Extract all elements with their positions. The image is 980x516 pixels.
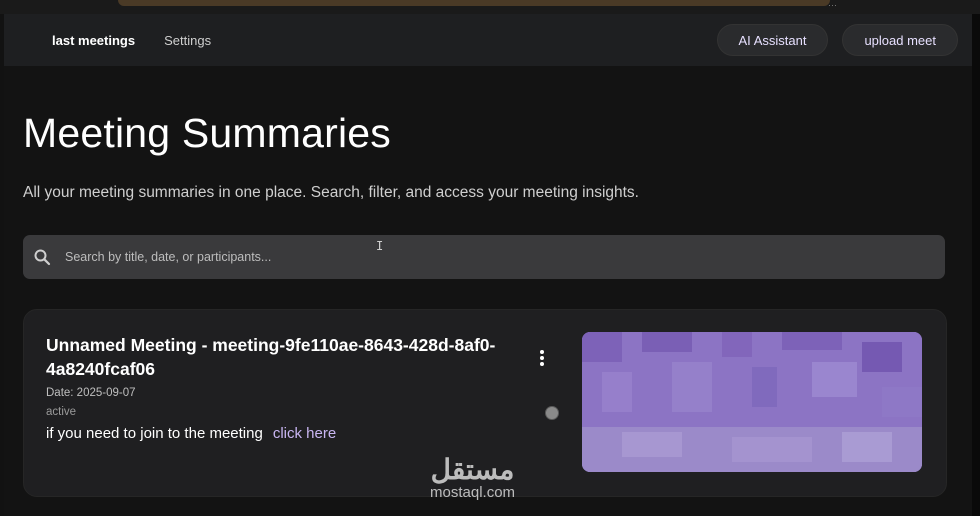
page-subtitle: All your meeting summaries in one place.… [23, 184, 639, 201]
more-vertical-icon[interactable] [532, 346, 552, 370]
text-cursor-icon: I [376, 239, 384, 253]
nav-link-last-meetings[interactable]: last meetings [52, 33, 135, 48]
meeting-join-row: if you need to join to the meeting click … [46, 425, 336, 442]
nav-actions: AI Assistant upload meet [716, 24, 958, 56]
top-navbar: last meetings Settings AI Assistant uplo… [4, 14, 972, 67]
watermark-arabic: مستقل [430, 454, 515, 485]
browser-top-strip: ⋯ [0, 0, 980, 14]
page-title: Meeting Summaries [23, 110, 391, 156]
more-dots-icon: ⋯ [828, 0, 837, 10]
meeting-thumbnail[interactable] [582, 332, 922, 472]
thumbnail-image [582, 332, 922, 472]
search-icon [33, 248, 51, 266]
meeting-status: active [46, 406, 77, 418]
upload-meet-button[interactable]: upload meet [842, 24, 958, 56]
window-edge [972, 14, 980, 516]
search-bar [23, 235, 945, 279]
browser-address-bar [118, 0, 830, 6]
watermark-logo: مستقل mostaql.com [430, 455, 515, 501]
nav-link-settings[interactable]: Settings [164, 33, 211, 48]
status-indicator-dot [545, 406, 559, 420]
meeting-join-text: if you need to join to the meeting [46, 425, 263, 442]
join-meeting-link[interactable]: click here [273, 425, 336, 442]
main-content: Meeting Summaries All your meeting summa… [4, 66, 972, 516]
meeting-date: Date: 2025-09-07 [46, 387, 136, 399]
meeting-title: Unnamed Meeting - meeting-9fe110ae-8643-… [46, 335, 496, 379]
watermark-latin: mostaql.com [430, 484, 516, 501]
search-input[interactable] [63, 249, 887, 265]
ai-assistant-button[interactable]: AI Assistant [716, 24, 829, 56]
